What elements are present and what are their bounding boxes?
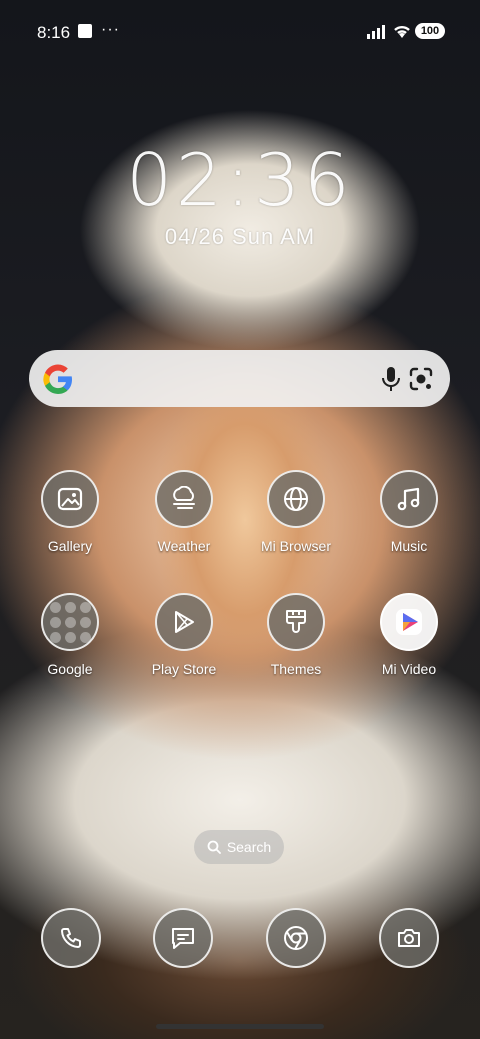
microphone-icon[interactable]: [379, 366, 403, 392]
dock-phone[interactable]: [21, 908, 121, 968]
app-folder-google[interactable]: Google: [20, 593, 120, 677]
dock-camera[interactable]: [359, 908, 459, 968]
app-label: Weather: [157, 538, 211, 554]
chrome-icon: [266, 908, 326, 968]
weather-icon: [155, 470, 213, 528]
messages-icon: [153, 908, 213, 968]
google-search-bar[interactable]: [29, 350, 450, 407]
search-icon: [207, 840, 221, 854]
home-indicator[interactable]: [156, 1024, 324, 1029]
dock-chrome[interactable]: [246, 908, 346, 968]
clock-date: 04/26 Sun AM: [164, 224, 316, 249]
app-play-store[interactable]: Play Store: [134, 593, 234, 677]
clock-widget[interactable]: 02:36 04/26 Sun AM: [0, 138, 480, 250]
status-bar: 8:16 ··· 100: [0, 0, 480, 64]
mi-video-icon: [380, 593, 438, 651]
app-label: Mi Browser: [260, 538, 331, 554]
app-label: Themes: [270, 661, 322, 677]
wifi-icon: [394, 25, 410, 38]
paint-brush-icon: [267, 593, 325, 651]
camera-icon: [379, 908, 439, 968]
more-notifications-icon: ···: [101, 21, 120, 38]
music-note-icon: [380, 470, 438, 528]
signal-icon: [367, 25, 385, 39]
google-g-icon: [43, 364, 72, 394]
globe-icon: [267, 470, 325, 528]
status-time: 8:16: [37, 23, 71, 42]
battery-icon: 100: [415, 23, 445, 39]
app-mi-browser[interactable]: Mi Browser: [246, 470, 346, 554]
app-gallery[interactable]: Gallery: [20, 470, 120, 554]
notification-icon: [78, 24, 92, 38]
app-music[interactable]: Music: [359, 470, 459, 554]
dock-messages[interactable]: [133, 908, 233, 968]
app-label: Google: [47, 661, 93, 677]
gallery-icon: [41, 470, 99, 528]
app-label: Music: [390, 538, 428, 554]
app-weather[interactable]: Weather: [134, 470, 234, 554]
folder-icon: [41, 593, 99, 651]
app-mi-video[interactable]: Mi Video: [359, 593, 459, 677]
app-search-label: Search: [226, 839, 272, 855]
app-label: Mi Video: [381, 661, 437, 677]
clock-time: 02:36: [126, 138, 354, 222]
app-search-button[interactable]: Search: [194, 830, 284, 864]
lens-icon[interactable]: [408, 366, 434, 392]
phone-icon: [41, 908, 101, 968]
app-label: Gallery: [47, 538, 93, 554]
play-store-icon: [155, 593, 213, 651]
app-label: Play Store: [151, 661, 217, 677]
app-themes[interactable]: Themes: [246, 593, 346, 677]
